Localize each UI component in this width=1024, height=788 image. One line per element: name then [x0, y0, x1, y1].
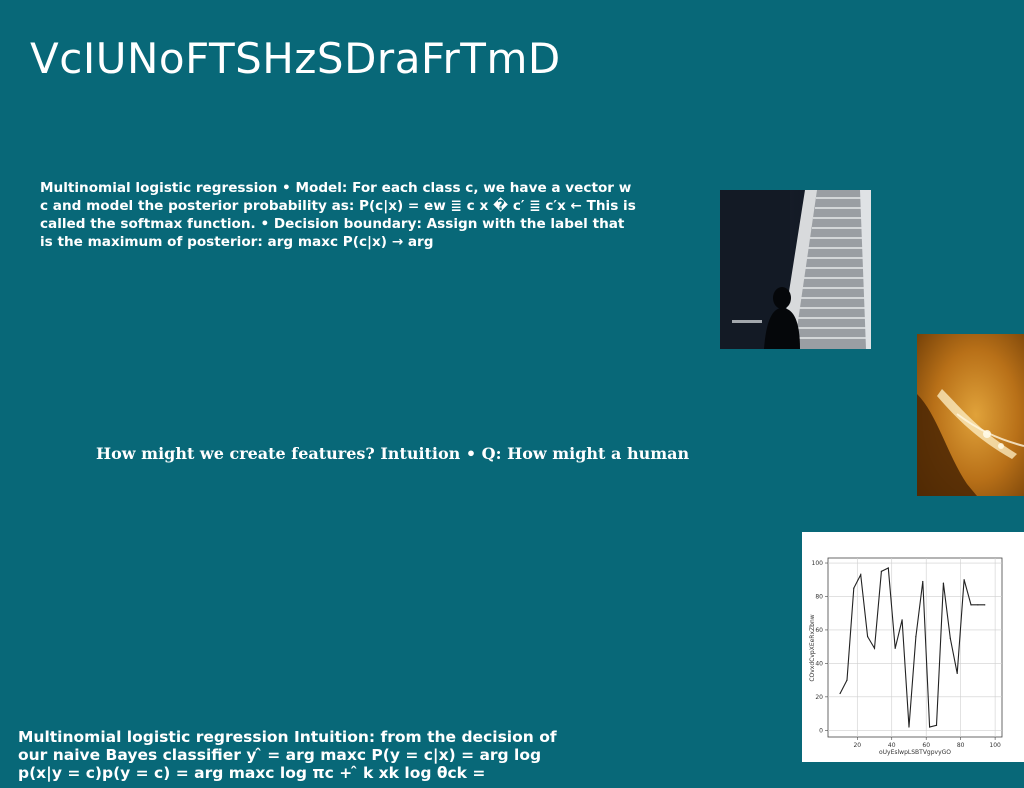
data-point — [922, 580, 924, 583]
text-block-softmax: Multinomial logistic regression • Model:… — [40, 180, 636, 250]
x-tick-label: 40 — [888, 742, 896, 749]
x-tick-label: 80 — [957, 742, 965, 749]
x-tick-label: 100 — [989, 742, 1001, 749]
data-point — [894, 647, 896, 649]
data-point — [942, 582, 945, 584]
data-point — [853, 587, 855, 589]
data-point — [929, 726, 931, 728]
text-block-features: How might we create features? Intuition … — [96, 444, 690, 463]
data-point — [935, 724, 938, 726]
x-tick-label: 60 — [922, 742, 930, 749]
data-point — [915, 636, 917, 638]
text-block-intuition: Multinomial logistic regression Intuitio… — [18, 728, 557, 782]
y-tick-label: 100 — [812, 560, 824, 567]
data-point — [901, 619, 903, 621]
y-tick-label: 40 — [815, 660, 823, 667]
x-axis-label: oUyEslwpLSBTVgpvyGO — [879, 749, 951, 756]
x-tick-label: 20 — [853, 742, 861, 749]
data-point — [880, 570, 883, 572]
y-tick-label: 60 — [815, 627, 823, 634]
data-point — [984, 604, 986, 606]
amber-abstract-photo — [917, 334, 1024, 496]
data-point — [908, 726, 910, 728]
series-line — [839, 567, 985, 728]
slide-title: VcIUNoFTSHzSDraFrTmD — [30, 34, 561, 83]
data-point — [846, 679, 848, 681]
y-tick-label: 0 — [819, 727, 823, 734]
data-point — [873, 647, 876, 649]
data-point — [977, 604, 979, 606]
data-point — [956, 672, 958, 675]
y-axis-label: COvxdCvpXEeRxZbnw — [809, 614, 816, 681]
data-point — [867, 636, 869, 638]
staircase-photo — [720, 190, 871, 349]
data-point — [839, 692, 841, 695]
data-point — [887, 567, 889, 569]
y-tick-label: 20 — [815, 694, 823, 701]
data-point — [970, 604, 972, 606]
line-chart: 20 40 60 80 100 0 20 40 60 80 100 oUyEslwpLSBTVgpv… — [802, 532, 1024, 762]
data-point — [963, 579, 965, 581]
data-point — [949, 637, 951, 639]
data-point — [860, 574, 862, 576]
y-tick-label: 80 — [815, 593, 823, 600]
